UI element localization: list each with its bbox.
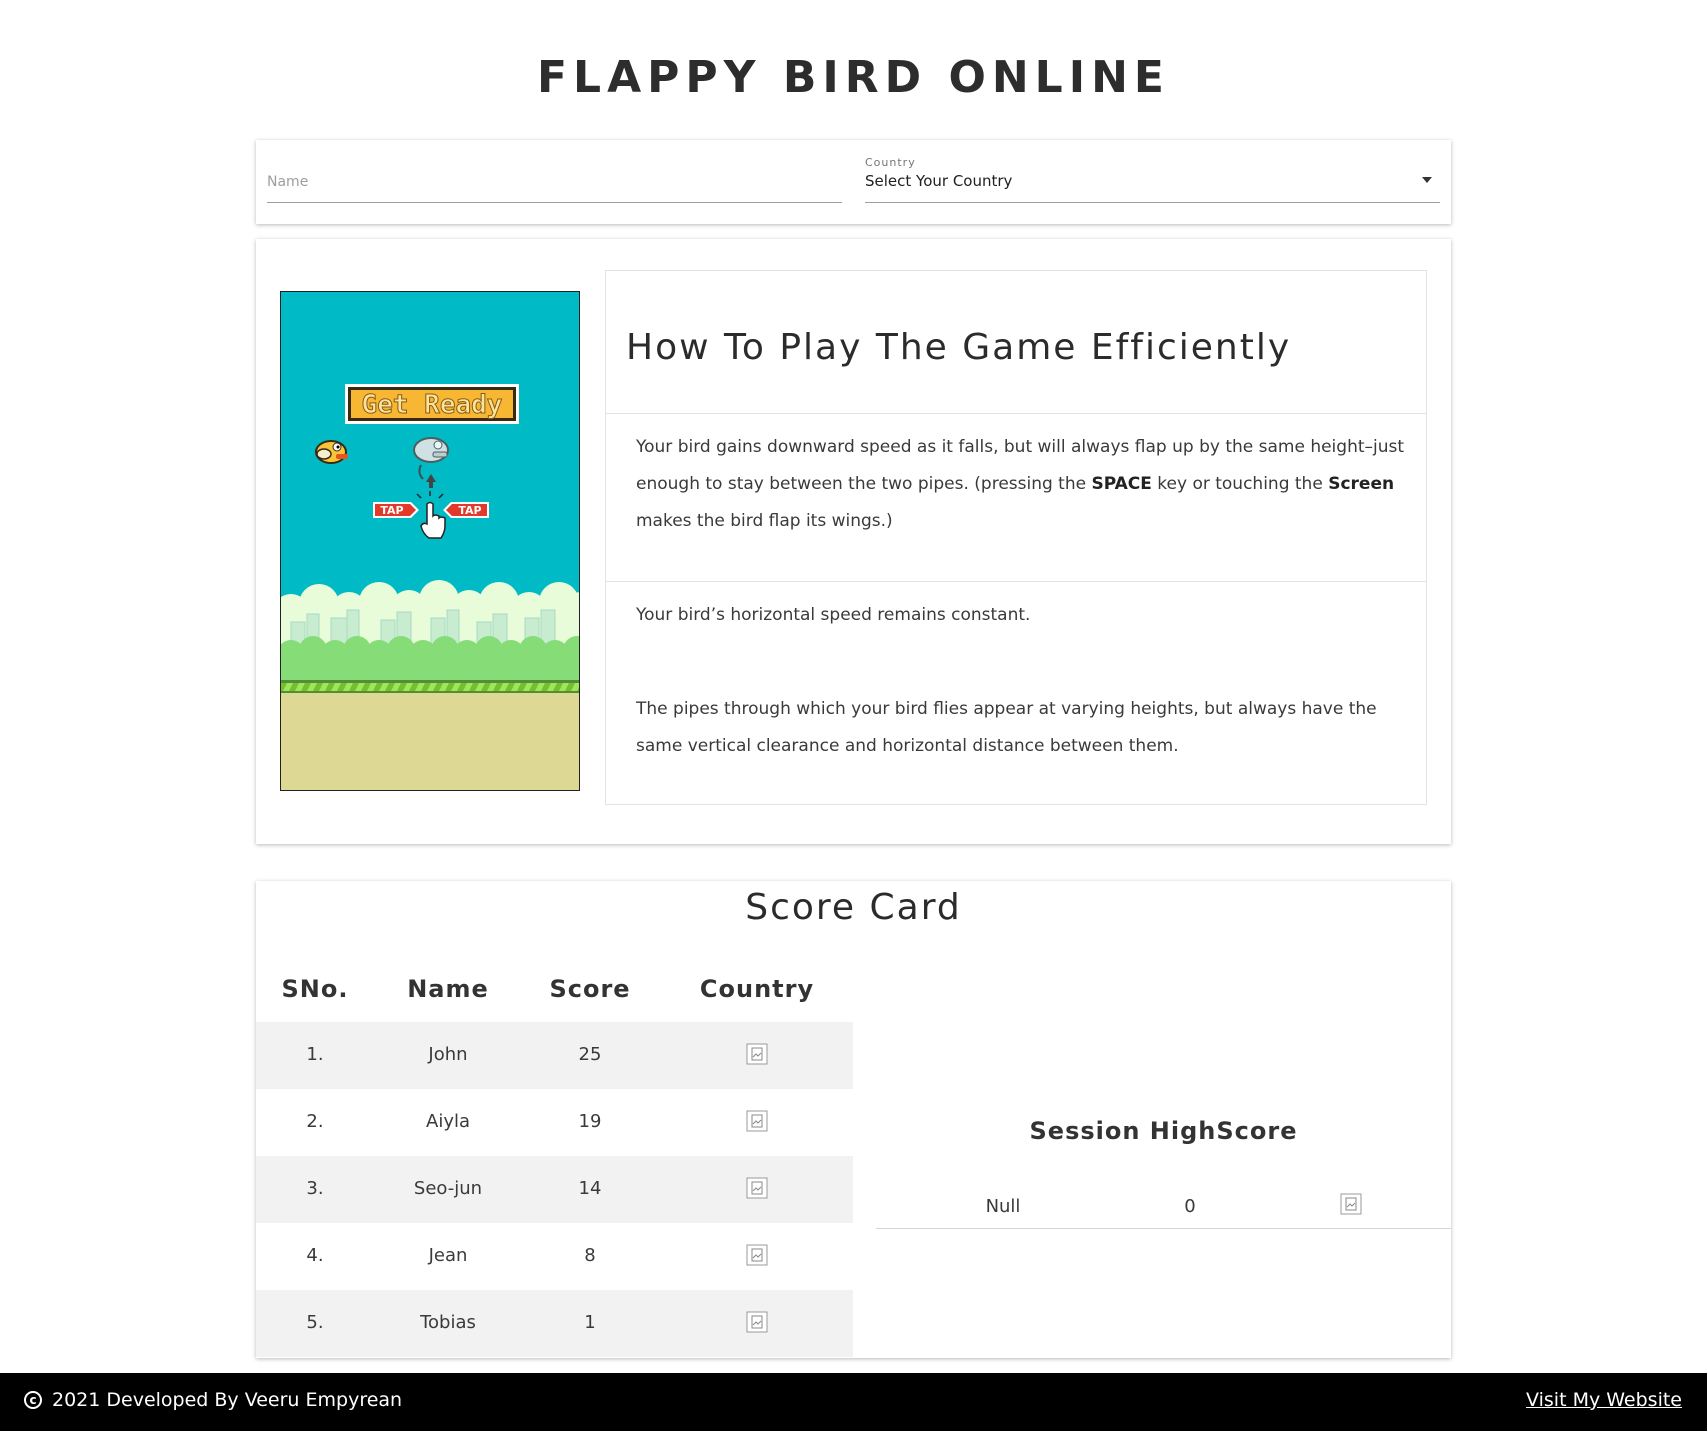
cell-name: John	[428, 1044, 468, 1065]
divider	[606, 413, 1426, 414]
column-header-name: Name	[407, 975, 489, 1003]
cell-score: 19	[578, 1111, 602, 1132]
broken-image-icon	[746, 1311, 768, 1333]
broken-image-icon	[746, 1043, 768, 1065]
page-title: FLAPPY BIRD ONLINE	[537, 52, 1170, 103]
cell-score: 1	[584, 1312, 596, 1333]
game-scene: Get Ready TAP TAP	[281, 292, 579, 790]
instruction-paragraph-2: Your bird’s horizontal speed remains con…	[636, 605, 1031, 625]
broken-image-icon	[746, 1244, 768, 1266]
name-placeholder: Name	[267, 174, 309, 190]
cell-sno: 4.	[306, 1245, 324, 1266]
cell-name: Aiyla	[426, 1111, 470, 1132]
table-row: 3. Seo-jun 14	[256, 1156, 853, 1223]
country-select[interactable]: Country Select Your Country	[865, 154, 1440, 203]
score-table-header: SNo. Name Score Country	[256, 975, 853, 1015]
how-to-play-card: Get Ready TAP TAP How To Play The Game E…	[256, 239, 1451, 844]
session-highscore-title: Session HighScore	[1029, 1117, 1298, 1145]
cell-sno: 3.	[306, 1178, 324, 1199]
tap-right-label: TAP	[443, 502, 489, 518]
svg-text:TAP: TAP	[458, 504, 481, 517]
table-row: 2. Aiyla 19	[256, 1089, 853, 1156]
column-header-country: Country	[699, 975, 815, 1003]
cell-sno: 5.	[306, 1312, 324, 1333]
cell-score: 25	[578, 1044, 602, 1065]
session-name: Null	[985, 1196, 1021, 1217]
instruction-paragraph-3: The pipes through which your bird flies …	[636, 699, 1377, 756]
cell-score: 14	[578, 1178, 602, 1199]
svg-text:TAP: TAP	[380, 504, 403, 517]
score-card-title: Score Card	[745, 887, 962, 928]
session-highscore-row: Null 0	[876, 1186, 1451, 1229]
visit-website-link[interactable]: Visit My Website	[1526, 1389, 1682, 1411]
cell-sno: 2.	[306, 1111, 324, 1132]
tap-left-label: TAP	[373, 502, 419, 518]
country-label: Country	[865, 156, 916, 169]
game-canvas[interactable]: Get Ready TAP TAP	[280, 291, 580, 791]
chevron-down-icon[interactable]	[1422, 177, 1432, 183]
column-header-score: Score	[549, 975, 631, 1003]
footer-text: 2021 Developed By Veeru Empyrean	[52, 1389, 403, 1411]
country-selected-value: Select Your Country	[865, 172, 1013, 190]
instructions-panel: How To Play The Game Efficiently Your bi…	[605, 270, 1427, 805]
name-field[interactable]: Name	[267, 154, 842, 203]
cell-name: Seo-jun	[413, 1178, 483, 1199]
cell-sno: 1.	[306, 1044, 324, 1065]
column-header-sno: SNo.	[281, 975, 349, 1003]
session-score: 0	[1184, 1196, 1196, 1217]
broken-image-icon	[746, 1110, 768, 1132]
broken-image-icon	[1340, 1193, 1362, 1215]
table-row: 5. Tobias 1	[256, 1290, 853, 1357]
broken-image-icon	[746, 1177, 768, 1199]
cell-name: Jean	[428, 1245, 468, 1266]
copyright-icon: c	[24, 1391, 42, 1409]
cell-name: Tobias	[420, 1312, 476, 1333]
footer: c 2021 Developed By Veeru Empyrean Visit…	[0, 1373, 1707, 1431]
table-row: 1. John 25	[256, 1022, 853, 1089]
get-ready-text: Get Ready	[362, 390, 503, 420]
player-form-card: Name Country Select Your Country	[256, 140, 1451, 224]
table-row: 4. Jean 8	[256, 1223, 853, 1290]
footer-copyright: c 2021 Developed By Veeru Empyrean	[24, 1389, 402, 1411]
instruction-paragraph-1: Your bird gains downward speed as it fal…	[636, 437, 1405, 531]
cell-score: 8	[584, 1245, 596, 1266]
instructions-heading: How To Play The Game Efficiently	[626, 327, 1292, 368]
divider	[606, 581, 1426, 582]
bird-icon	[315, 440, 348, 464]
score-card: Score Card SNo. Name Score Country 1. Jo…	[256, 881, 1451, 1358]
